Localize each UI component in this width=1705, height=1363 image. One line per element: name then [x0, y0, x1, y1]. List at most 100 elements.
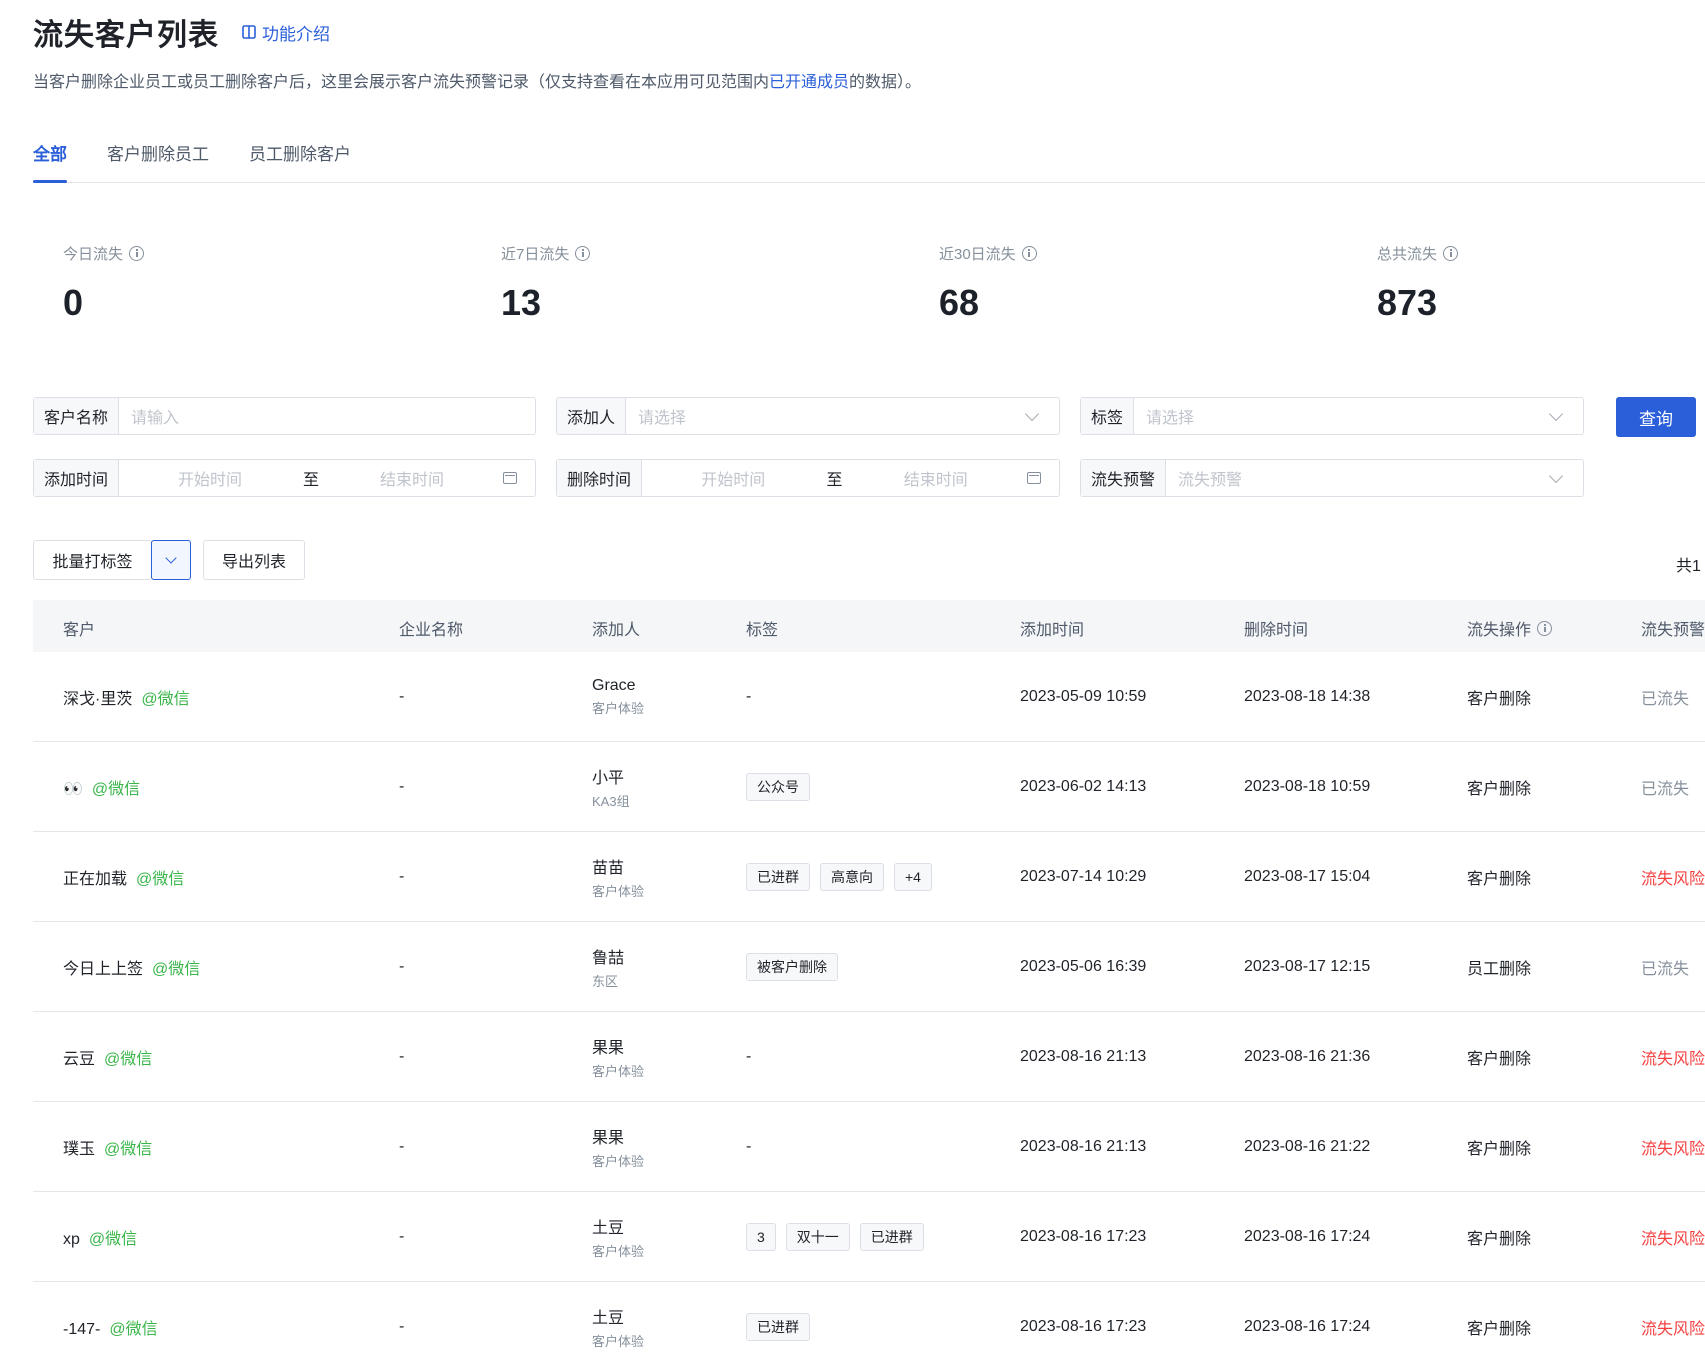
customer-cell[interactable]: 今日上上签 @微信: [63, 955, 200, 979]
add-time-cell: 2023-05-09 10:59: [1020, 687, 1147, 705]
tab-customer-deleted-employee[interactable]: 客户删除员工: [107, 140, 209, 182]
tag-list: 已进群 高意向 +4: [746, 862, 942, 891]
column-header: 标签: [746, 622, 779, 639]
adder-name: 鲁喆: [592, 949, 625, 967]
end-time-input[interactable]: 结束时间: [845, 466, 1028, 490]
tag-select[interactable]: 请选择: [1134, 404, 1551, 428]
info-icon[interactable]: [1021, 246, 1037, 261]
table-row[interactable]: 深戈·里茨 @微信 - Grace 客户体验 - 2023-05-09 10:59…: [33, 652, 1705, 742]
adder-cell: 果果 客户体验: [592, 1124, 644, 1170]
activated-members-link[interactable]: 已开通成员: [769, 74, 849, 91]
adder-department: 客户体验: [592, 1243, 645, 1259]
customer-name[interactable]: 正在加载: [63, 871, 127, 888]
column-header: 删除时间: [1244, 622, 1309, 639]
table-row[interactable]: 今日上上签 @微信 - 鲁喆 东区 被客户删除 2023-05-06 16:39 …: [33, 922, 1705, 1012]
tag-chip: 已进群: [859, 1222, 924, 1251]
column-header: 流失预警: [1641, 622, 1705, 639]
start-time-input[interactable]: 开始时间: [642, 466, 825, 490]
customer-cell[interactable]: 云豆 @微信: [63, 1045, 152, 1069]
table-header: 客户 企业名称 添加人 标签 添加时间 删除时间 流失操作 流失预警: [33, 600, 1705, 652]
customer-name[interactable]: 深戈·里茨: [63, 691, 132, 708]
end-time-input[interactable]: 结束时间: [321, 466, 503, 490]
delete-time-range[interactable]: 开始时间 至 结束时间: [642, 466, 1027, 490]
query-button[interactable]: 查询: [1616, 397, 1696, 437]
start-time-input[interactable]: 开始时间: [119, 466, 301, 490]
add-time-cell: 2023-08-16 21:13: [1020, 1047, 1147, 1065]
export-list-button[interactable]: 导出列表: [203, 540, 305, 580]
warning-select[interactable]: 流失预警: [1166, 466, 1551, 490]
stat-7days: 近7日流失 13: [501, 243, 591, 324]
add-time-cell: 2023-07-14 10:29: [1020, 867, 1147, 885]
delete-time-cell: 2023-08-16 21:22: [1244, 1137, 1371, 1155]
column-header: 企业名称: [399, 622, 464, 639]
wechat-source: @微信: [104, 1140, 153, 1158]
field-label: 标签: [1081, 398, 1135, 434]
company-cell: -: [399, 777, 405, 795]
company-cell: -: [399, 867, 405, 885]
table-row[interactable]: -147- @微信 - 土豆 客户体验 已进群 2023-08-16 17:23 …: [33, 1282, 1705, 1363]
adder-department: 客户体验: [592, 1153, 645, 1169]
info-icon[interactable]: [1443, 246, 1459, 261]
adder-select[interactable]: 请选择: [626, 404, 1027, 428]
batch-tag-button[interactable]: 批量打标签: [33, 540, 152, 580]
info-icon[interactable]: [129, 246, 145, 261]
table-row[interactable]: 璞玉 @微信 - 果果 客户体验 - 2023-08-16 21:13 2023-…: [33, 1102, 1705, 1192]
delete-time-cell: 2023-08-16 17:24: [1244, 1227, 1371, 1245]
warning-filter[interactable]: 流失预警 流失预警: [1080, 459, 1584, 497]
tab-employee-deleted-customer[interactable]: 员工删除客户: [249, 140, 351, 182]
table-row[interactable]: 👀 @微信 - 小平 KA3组 公众号 2023-06-02 14:13 2023…: [33, 742, 1705, 832]
customer-cell[interactable]: 👀 @微信: [63, 775, 140, 799]
stat-label: 今日流失: [63, 246, 124, 263]
tag-chip: 被客户删除: [746, 952, 838, 981]
tag-chip: 3: [746, 1222, 776, 1251]
customer-cell[interactable]: xp @微信: [63, 1225, 137, 1249]
adder-cell: 小平 KA3组: [592, 764, 630, 810]
adder-department: 客户体验: [592, 883, 645, 899]
tag-cell: -: [746, 1138, 751, 1156]
adder-filter[interactable]: 添加人 请选择: [556, 397, 1060, 435]
lost-warning-status: 流失风险: [1641, 1230, 1705, 1248]
add-time-range[interactable]: 开始时间 至 结束时间: [119, 466, 503, 490]
table-body: 深戈·里茨 @微信 - Grace 客户体验 - 2023-05-09 10:59…: [33, 652, 1705, 1363]
customer-name-input[interactable]: 请输入: [119, 404, 535, 428]
tag-cell: 已进群 高意向 +4: [746, 862, 942, 891]
table-row[interactable]: xp @微信 - 土豆 客户体验 3 双十一 已进群 2023-08-16 17:23…: [33, 1192, 1705, 1282]
add-time-filter[interactable]: 添加时间 开始时间 至 结束时间: [33, 459, 536, 497]
lost-action-cell: 客户删除: [1467, 1140, 1532, 1158]
customer-name[interactable]: -147-: [63, 1321, 100, 1338]
stat-today: 今日流失 0: [63, 243, 145, 324]
feature-intro-link[interactable]: 功能介绍: [241, 20, 330, 45]
delete-time-filter[interactable]: 删除时间 开始时间 至 结束时间: [556, 459, 1060, 497]
column-header: 添加人: [592, 622, 641, 639]
lost-warning-status: 已流失: [1641, 780, 1690, 798]
tab-all[interactable]: 全部: [33, 140, 67, 183]
customer-name[interactable]: 今日上上签: [63, 961, 143, 978]
wechat-source: @微信: [104, 1050, 153, 1068]
stat-30days: 近30日流失 68: [939, 243, 1037, 324]
customer-name[interactable]: 👀: [63, 781, 83, 798]
batch-tag-dropdown-button[interactable]: [151, 540, 191, 580]
customer-name[interactable]: 云豆: [63, 1051, 95, 1068]
tag-cell: 已进群: [746, 1312, 820, 1341]
calendar-icon: [503, 472, 517, 484]
customer-cell[interactable]: 深戈·里茨 @微信: [63, 685, 190, 709]
table-row[interactable]: 正在加载 @微信 - 苗苗 客户体验 已进群 高意向 +4 2023-07-14 10…: [33, 832, 1705, 922]
column-header: 流失操作: [1467, 622, 1532, 639]
adder-name: 果果: [592, 1039, 625, 1057]
customer-name[interactable]: 璞玉: [63, 1141, 95, 1158]
adder-name: 土豆: [592, 1309, 625, 1327]
company-cell: -: [399, 1137, 405, 1155]
adder-cell: 苗苗 客户体验: [592, 854, 644, 900]
wechat-source: @微信: [152, 960, 201, 978]
customer-name[interactable]: xp: [63, 1231, 80, 1248]
info-icon[interactable]: [575, 246, 591, 261]
customer-cell[interactable]: 正在加载 @微信: [63, 865, 184, 889]
stat-value: 873: [1377, 282, 1438, 323]
table-row[interactable]: 云豆 @微信 - 果果 客户体验 - 2023-08-16 21:13 2023-…: [33, 1012, 1705, 1102]
customer-cell[interactable]: 璞玉 @微信: [63, 1135, 152, 1159]
tag-filter[interactable]: 标签 请选择: [1080, 397, 1584, 435]
no-tag-text: -: [746, 687, 752, 705]
customer-cell[interactable]: -147- @微信: [63, 1315, 158, 1339]
info-icon[interactable]: [1537, 620, 1553, 636]
page-title: 流失客户列表: [33, 19, 219, 52]
